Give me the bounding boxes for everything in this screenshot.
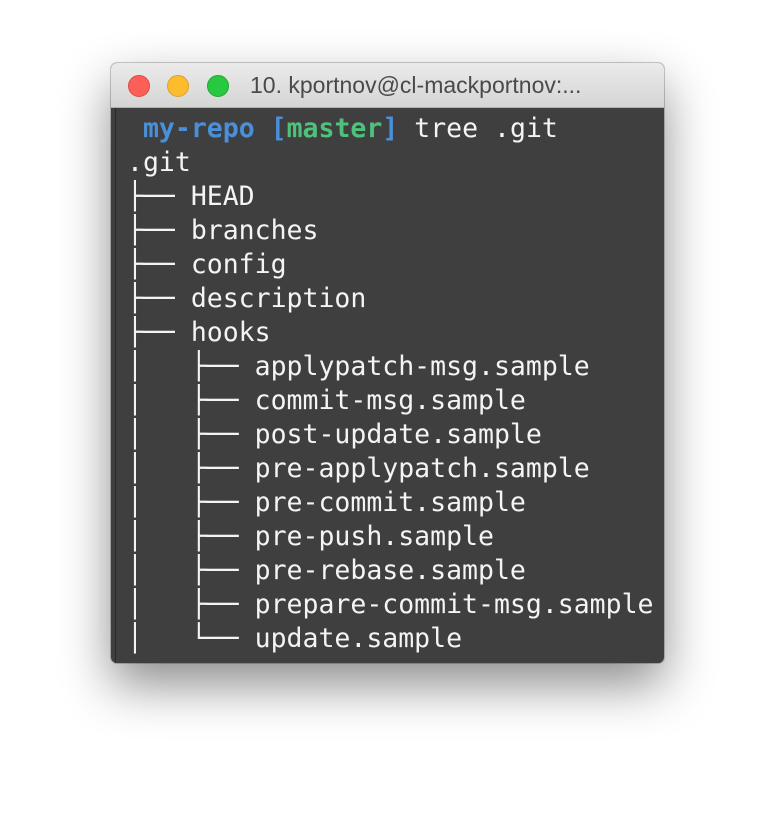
terminal-window: 10. kportnov@cl-mackportnov:... my-repo … (111, 63, 664, 663)
minimize-button[interactable] (167, 75, 189, 97)
title-bar: 10. kportnov@cl-mackportnov:... (111, 63, 664, 108)
output-line: ├── description (127, 283, 367, 314)
output-line: │ ├── pre-applypatch.sample (127, 453, 590, 484)
output-line: │ ├── pre-rebase.sample (127, 555, 526, 586)
output-line: ├── HEAD (127, 181, 255, 212)
branch-bracket-close: ] (382, 113, 399, 144)
output-line: ├── branches (127, 215, 319, 246)
output-line: │ ├── prepare-commit-msg.sample (127, 589, 654, 620)
output-line: │ └── update.sample (127, 623, 463, 654)
zoom-button[interactable] (207, 75, 229, 97)
branch-bracket-open: [ (270, 113, 287, 144)
window-title: 10. kportnov@cl-mackportnov:... (250, 72, 582, 98)
output-line: │ ├── pre-commit.sample (127, 487, 526, 518)
terminal-content[interactable]: my-repo [master] tree .git .git ├── HEAD ├─… (115, 108, 661, 663)
output-line: .git (127, 147, 191, 178)
prompt-command: tree .git (414, 113, 558, 144)
output-line: ├── config (127, 249, 287, 280)
prompt-branch: master (286, 113, 383, 144)
output-line: │ ├── pre-push.sample (127, 521, 494, 552)
prompt-line: my-repo [master] tree .git (127, 112, 661, 146)
command-output: .git ├── HEAD ├── branches ├── config ├── de… (127, 146, 661, 656)
output-line: │ ├── post-update.sample (127, 419, 542, 450)
output-line: │ ├── applypatch-msg.sample (127, 351, 590, 382)
output-line: ├── hooks (127, 317, 271, 348)
prompt-dir: my-repo (142, 113, 255, 144)
close-button[interactable] (128, 75, 150, 97)
output-line: │ ├── commit-msg.sample (127, 385, 526, 416)
